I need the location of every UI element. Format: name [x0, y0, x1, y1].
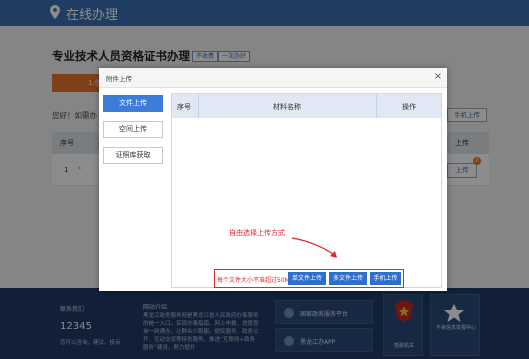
annotation-arrow-icon [291, 237, 337, 258]
col-operation: 操作 [402, 103, 416, 111]
material-table-header-row [172, 94, 441, 118]
single-file-upload-button[interactable]: 单文件上传 [288, 272, 326, 285]
space-upload-tab[interactable]: 空间上传 [103, 121, 163, 138]
annotation-hint: 自由选择上传方式 [229, 229, 285, 237]
col-seq: 序号 [177, 103, 191, 111]
file-size-note: 每个文件大小不准超过50M [217, 277, 290, 284]
dialog-header [99, 68, 447, 88]
column-divider [198, 94, 199, 118]
col-material-name: 材料名称 [273, 103, 301, 111]
multi-file-upload-button[interactable]: 多文件上传 [329, 272, 367, 285]
close-icon[interactable]: × [432, 71, 444, 83]
mobile-upload-button[interactable]: 手机上传 [370, 272, 401, 285]
file-upload-tab[interactable]: 文件上传 [103, 95, 163, 112]
column-divider [376, 94, 377, 118]
dialog-title: 附件上传 [106, 75, 132, 83]
license-library-tab[interactable]: 证照库获取 [103, 147, 163, 164]
